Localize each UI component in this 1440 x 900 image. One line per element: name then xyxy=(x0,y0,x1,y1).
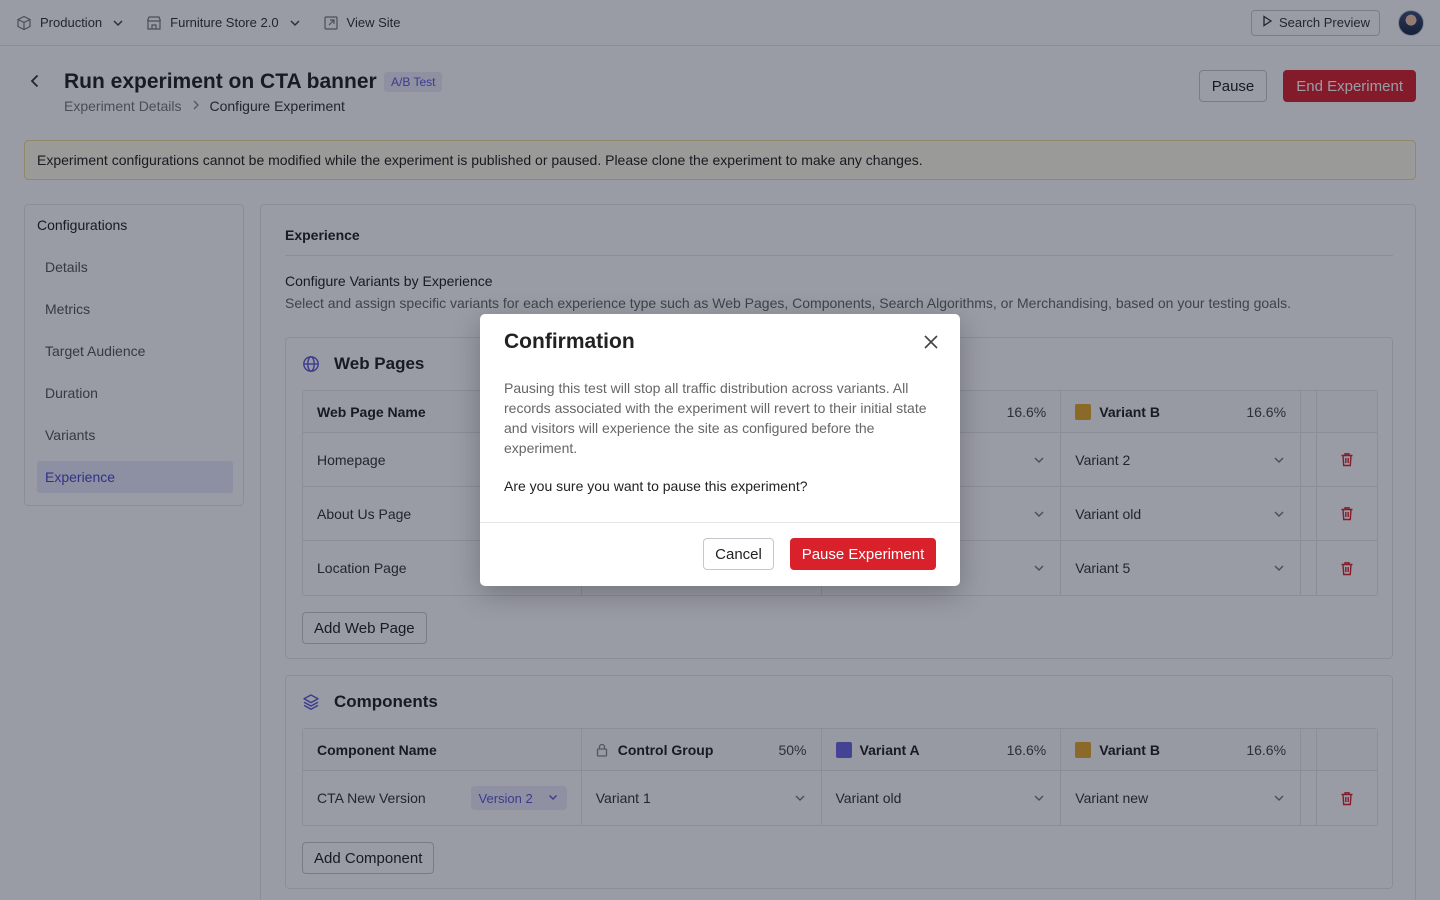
dialog-question: Are you sure you want to pause this expe… xyxy=(504,478,808,494)
dialog-body: Pausing this test will stop all traffic … xyxy=(504,380,927,456)
confirmation-dialog: Confirmation Pausing this test will stop… xyxy=(480,314,960,586)
dialog-title: Confirmation xyxy=(504,330,635,353)
close-icon[interactable] xyxy=(922,333,940,351)
pause-experiment-button[interactable]: Pause Experiment xyxy=(790,538,936,570)
divider xyxy=(480,522,960,523)
cancel-button[interactable]: Cancel xyxy=(703,538,774,570)
